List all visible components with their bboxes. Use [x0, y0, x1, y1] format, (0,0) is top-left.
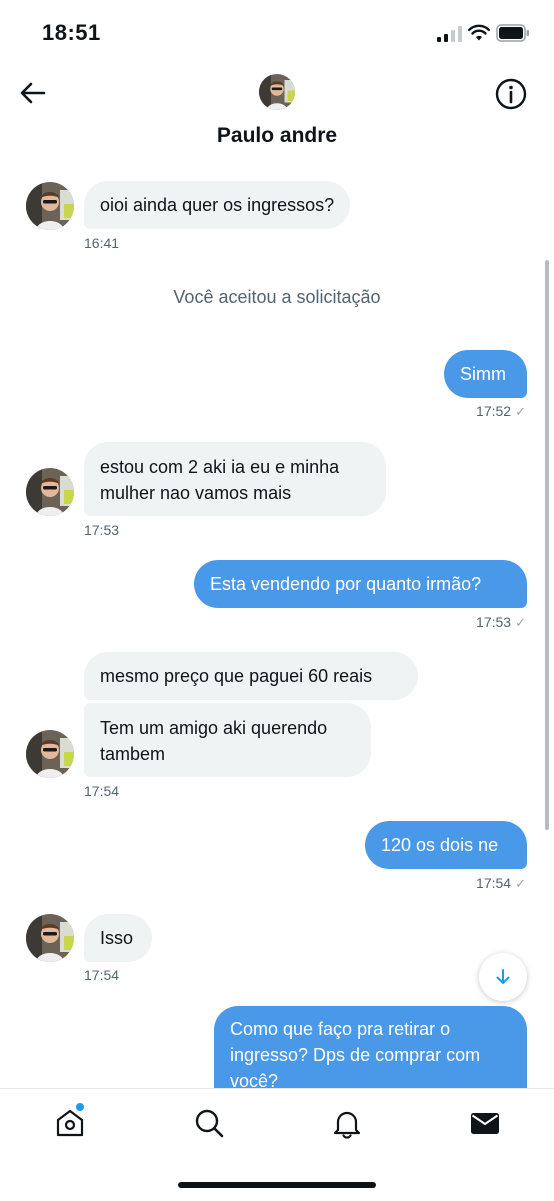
- sent-message[interactable]: 120 os dois ne: [365, 821, 527, 869]
- search-icon: [195, 1109, 224, 1138]
- received-message[interactable]: Isso: [84, 914, 152, 962]
- mail-icon: [471, 1113, 499, 1134]
- nav-home[interactable]: [54, 1103, 90, 1143]
- nav-notifications[interactable]: [331, 1107, 367, 1143]
- sender-avatar[interactable]: [26, 468, 74, 516]
- received-message[interactable]: estou com 2 aki ia eu e minha mulher nao…: [84, 442, 386, 516]
- sent-check-icon: ✓: [515, 615, 526, 630]
- message-time: 17:54: [84, 967, 120, 983]
- arrow-down-icon: [496, 969, 510, 984]
- nav-search[interactable]: [193, 1107, 229, 1143]
- message-meta: 17:52 ✓: [476, 403, 526, 420]
- message-time: 16:41: [84, 235, 120, 251]
- message-meta: 17:53 ✓: [476, 614, 526, 631]
- home-icon: [56, 1109, 84, 1137]
- avatar-image: [259, 74, 295, 110]
- conversation-title[interactable]: Paulo andre: [0, 124, 554, 148]
- avatar-image: [26, 468, 74, 516]
- back-arrow-icon[interactable]: [18, 78, 48, 108]
- message-time: 17:53: [476, 614, 512, 630]
- message-time: 17:54: [84, 783, 120, 799]
- status-time: 18:51: [42, 20, 101, 45]
- message-time: 17:52: [476, 403, 512, 419]
- home-indicator[interactable]: [178, 1182, 376, 1188]
- scrollbar[interactable]: [545, 260, 549, 830]
- notification-dot: [76, 1103, 84, 1111]
- battery-icon: [496, 24, 529, 42]
- nav-messages[interactable]: [469, 1107, 505, 1143]
- bell-icon: [333, 1111, 361, 1139]
- sent-check-icon: ✓: [515, 876, 526, 891]
- received-message[interactable]: Tem um amigo aki querendo tambem: [84, 703, 371, 777]
- message-time: 17:53: [84, 522, 120, 538]
- avatar-image: [26, 730, 74, 778]
- message-time: 17:54: [476, 875, 512, 891]
- scroll-to-bottom-button[interactable]: [479, 953, 527, 1001]
- message-meta: 17:54 ✓: [476, 875, 526, 892]
- signal-icon: [437, 26, 462, 42]
- sender-avatar[interactable]: [26, 182, 74, 230]
- header-avatar[interactable]: [259, 74, 295, 110]
- sent-message[interactable]: Simm: [444, 350, 527, 398]
- system-message: Você aceitou a solicitação: [173, 287, 381, 307]
- wifi-icon: [468, 24, 490, 41]
- sent-check-icon: ✓: [515, 404, 526, 419]
- sender-avatar[interactable]: [26, 730, 74, 778]
- sent-message[interactable]: Esta vendendo por quanto irmão?: [194, 560, 527, 608]
- info-icon[interactable]: [494, 77, 528, 111]
- received-message[interactable]: mesmo preço que paguei 60 reais: [84, 652, 418, 700]
- avatar-image: [26, 182, 74, 230]
- avatar-image: [26, 914, 74, 962]
- sender-avatar[interactable]: [26, 914, 74, 962]
- received-message[interactable]: oioi ainda quer os ingressos?: [84, 181, 351, 229]
